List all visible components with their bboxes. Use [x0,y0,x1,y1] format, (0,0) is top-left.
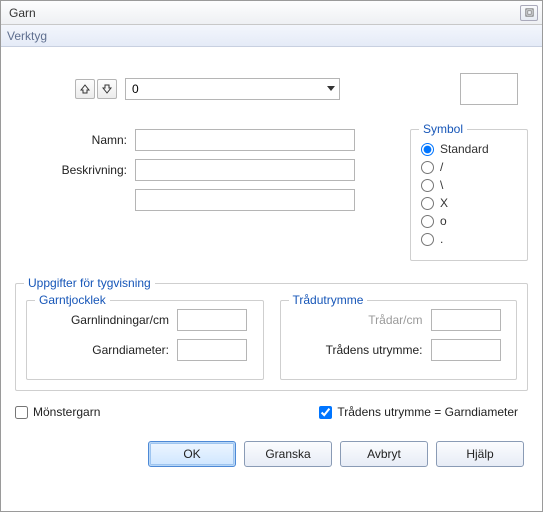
namn-row: Namn: [15,129,392,151]
symbol-fieldset: Symbol Standard / \ X o . [410,129,528,261]
monstergarn-check[interactable]: Mönstergarn [15,405,100,419]
radio-dot-input[interactable] [421,233,434,246]
symbol-legend: Symbol [419,122,467,136]
down-button[interactable] [97,79,117,99]
beskrivning2-row [15,189,392,211]
radio-o[interactable]: o [421,214,517,228]
arrow-up-icon [80,84,90,94]
diameter-label: Garndiameter: [37,343,177,357]
monstergarn-input[interactable] [15,406,28,419]
close-button[interactable] [520,5,538,21]
radio-o-input[interactable] [421,215,434,228]
tradar-row: Trådar/cm [291,309,507,331]
window-title: Garn [9,6,520,20]
color-swatch[interactable] [460,73,518,105]
up-button[interactable] [75,79,95,99]
tradutrymme-legend: Trådutrymme [289,293,368,307]
radio-slash-input[interactable] [421,161,434,174]
utrymme-eq-check[interactable]: Trådens utrymme = Garndiameter [319,405,518,419]
menu-verktyg[interactable]: Verktyg [7,29,47,43]
window: Garn Verktyg 0 Namn: [0,0,543,512]
left-fields: Namn: Beskrivning: [15,129,410,261]
radio-standard-input[interactable] [421,143,434,156]
tradar-input[interactable] [431,309,501,331]
sub-row: Garntjocklek Garnlindningar/cm Garndiame… [26,300,517,380]
tradutrymme-fieldset: Trådutrymme Trådar/cm Trådens utrymme: [280,300,518,380]
namn-label: Namn: [15,133,135,147]
radio-slash[interactable]: / [421,160,517,174]
menubar: Verktyg [1,25,542,47]
radio-x-input[interactable] [421,197,434,210]
ok-button[interactable]: OK [148,441,236,467]
combo-value: 0 [132,82,139,96]
granska-button[interactable]: Granska [244,441,332,467]
lindningar-label: Garnlindningar/cm [37,313,177,327]
close-icon [525,8,534,17]
beskrivning2-input[interactable] [135,189,355,211]
utrymme-input[interactable] [431,339,501,361]
beskrivning-row: Beskrivning: [15,159,392,181]
button-row: OK Granska Avbryt Hjälp [15,441,528,467]
arrow-down-icon [102,84,112,94]
radio-x[interactable]: X [421,196,517,210]
diameter-input[interactable] [177,339,247,361]
top-row: 0 [15,73,528,105]
garntjocklek-legend: Garntjocklek [35,293,110,307]
beskrivning-input[interactable] [135,159,355,181]
utrymme-label: Trådens utrymme: [291,343,431,357]
beskrivning-label: Beskrivning: [15,163,135,177]
tradar-label: Trådar/cm [291,313,431,327]
lindningar-row: Garnlindningar/cm [37,309,253,331]
namn-input[interactable] [135,129,355,151]
id-combo[interactable]: 0 [125,78,340,100]
garntjocklek-fieldset: Garntjocklek Garnlindningar/cm Garndiame… [26,300,264,380]
radio-backslash[interactable]: \ [421,178,517,192]
tygvisning-legend: Uppgifter för tygvisning [24,276,155,290]
avbryt-button[interactable]: Avbryt [340,441,428,467]
utrymme-eq-input[interactable] [319,406,332,419]
hjalp-button[interactable]: Hjälp [436,441,524,467]
tygvisning-fieldset: Uppgifter för tygvisning Garntjocklek Ga… [15,283,528,391]
content: 0 Namn: Beskrivning: [1,47,542,477]
radio-backslash-input[interactable] [421,179,434,192]
form-area: Namn: Beskrivning: Symbol Standard / \ X [15,129,528,261]
radio-dot[interactable]: . [421,232,517,246]
titlebar: Garn [1,1,542,25]
chevron-down-icon [327,86,335,92]
radio-standard[interactable]: Standard [421,142,517,156]
diameter-row: Garndiameter: [37,339,253,361]
utrymme-row: Trådens utrymme: [291,339,507,361]
lindningar-input[interactable] [177,309,247,331]
checkbox-row: Mönstergarn Trådens utrymme = Garndiamet… [15,405,528,419]
